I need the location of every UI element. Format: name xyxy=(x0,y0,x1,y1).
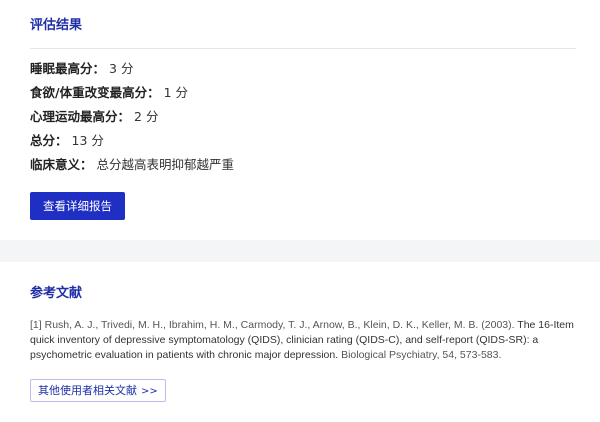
reference-authors: Rush, A. J., Trivedi, M. H., Ibrahim, H.… xyxy=(44,319,515,331)
more-references-button[interactable]: 其他使用者相关文献 >> xyxy=(30,379,166,402)
references-card: 参考文献 [1] Rush, A. J., Trivedi, M. H., Ib… xyxy=(0,262,600,422)
result-row-appetite: 食欲/体重改变最高分： 1 分 xyxy=(30,81,570,105)
reference-item: [1] Rush, A. J., Trivedi, M. H., Ibrahim… xyxy=(30,318,575,363)
result-row-clinical: 临床意义： 总分越高表明抑郁越严重 xyxy=(30,153,570,177)
result-label: 睡眠最高分： xyxy=(30,61,106,76)
result-row-total: 总分： 13 分 xyxy=(30,129,570,153)
references-title: 参考文献 xyxy=(30,286,83,301)
result-value: 13 分 xyxy=(71,133,104,148)
result-row-psychomotor: 心理运动最高分： 2 分 xyxy=(30,105,570,129)
result-value: 1 分 xyxy=(163,85,189,100)
results-list: 睡眠最高分： 3 分 食欲/体重改变最高分： 1 分 心理运动最高分： 2 分 总分：… xyxy=(30,57,570,177)
result-row-sleep: 睡眠最高分： 3 分 xyxy=(30,57,570,81)
reference-index: [1] xyxy=(30,319,42,331)
result-value: 2 分 xyxy=(134,109,159,124)
result-label: 总分： xyxy=(30,133,68,148)
results-divider xyxy=(30,48,576,49)
reference-source: Biological Psychiatry, 54, 573-583. xyxy=(341,349,502,361)
double-chevron-right-icon: >> xyxy=(141,386,158,397)
result-label: 临床意义： xyxy=(30,157,93,172)
results-title: 评估结果 xyxy=(30,18,83,33)
more-references-label: 其他使用者相关文献 xyxy=(38,384,137,397)
result-value: 总分越高表明抑郁越严重 xyxy=(96,157,235,172)
result-label: 食欲/体重改变最高分： xyxy=(30,85,160,100)
results-card: 评估结果 睡眠最高分： 3 分 食欲/体重改变最高分： 1 分 心理运动最高分： 2 … xyxy=(0,0,600,240)
view-detail-report-button[interactable]: 查看详细报告 xyxy=(30,192,125,220)
result-value: 3 分 xyxy=(109,61,134,76)
result-label: 心理运动最高分： xyxy=(30,109,131,124)
